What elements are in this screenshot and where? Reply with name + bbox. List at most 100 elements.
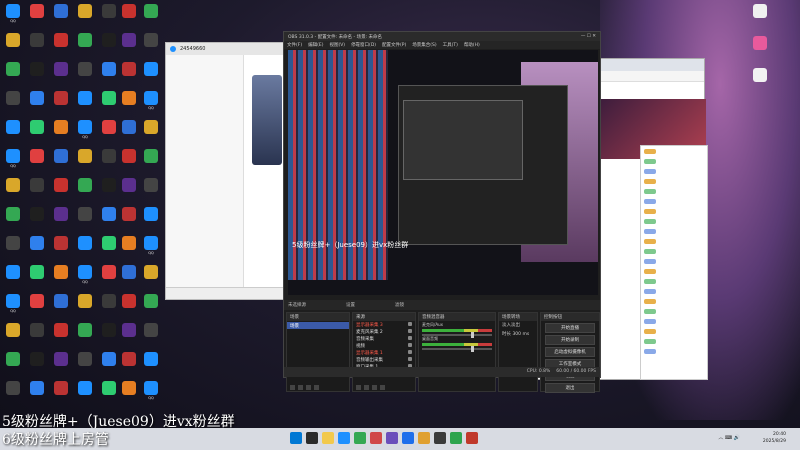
- desktop-icon[interactable]: [26, 149, 48, 175]
- obs-menu-item[interactable]: 停靠窗口(D): [351, 42, 376, 48]
- desktop-icon[interactable]: [50, 4, 72, 30]
- chat-contact-item[interactable]: [166, 149, 243, 158]
- chat-contact-item[interactable]: [166, 166, 243, 175]
- desktop-icon[interactable]: [74, 294, 96, 320]
- chat-contact-item[interactable]: [166, 183, 243, 192]
- obs-window[interactable]: OBS 31.0.3 - 配置文件: 未命名 - 场景: 未命名 — ☐ ✕ 文…: [283, 31, 601, 393]
- desktop-icon[interactable]: [2, 91, 24, 117]
- desktop-icon[interactable]: [74, 352, 96, 378]
- source-item[interactable]: 音频输出采集: [353, 356, 415, 363]
- taskbar-app-icon[interactable]: [338, 432, 350, 444]
- desktop-icon[interactable]: [118, 207, 140, 233]
- desktop-icon[interactable]: [26, 178, 48, 204]
- desktop-icon[interactable]: [2, 381, 24, 407]
- desktop-icon[interactable]: QQ: [140, 236, 162, 262]
- desktop-icon[interactable]: [98, 91, 120, 117]
- chat-contact-item[interactable]: [166, 98, 243, 107]
- desktop-icon[interactable]: [50, 381, 72, 407]
- desktop-icon[interactable]: [98, 323, 120, 349]
- desktop-icon[interactable]: [735, 68, 785, 94]
- chat-contact-item[interactable]: [166, 81, 243, 90]
- desktop-icon[interactable]: [74, 4, 96, 30]
- duration-value[interactable]: 300 ms: [512, 332, 529, 337]
- source-toolbar-item[interactable]: 设置: [346, 302, 355, 308]
- obs-menu-bar[interactable]: 文件(F) 编辑(E) 视图(V) 停靠窗口(D) 配置文件(P) 场景集合(S) 工具(T…: [284, 41, 600, 49]
- desktop-icon[interactable]: [74, 207, 96, 233]
- obs-menu-item[interactable]: 场景集合(S): [412, 42, 436, 48]
- desktop-icon[interactable]: [26, 62, 48, 88]
- desktop-icon[interactable]: [50, 323, 72, 349]
- mixer-track[interactable]: 桌面音频: [419, 335, 495, 352]
- visibility-icon[interactable]: [408, 350, 412, 354]
- desktop-icon[interactable]: QQ: [2, 4, 24, 30]
- desktop-icon[interactable]: QQ: [140, 91, 162, 117]
- taskbar-app-icon[interactable]: [354, 432, 366, 444]
- desktop-icon[interactable]: [140, 120, 162, 146]
- obs-menu-item[interactable]: 文件(F): [287, 42, 302, 48]
- desktop-icon[interactable]: [26, 352, 48, 378]
- obs-menu-item[interactable]: 编辑(E): [308, 42, 323, 48]
- desktop-icon[interactable]: [118, 149, 140, 175]
- desktop-icon[interactable]: QQ: [74, 265, 96, 291]
- desktop-icon[interactable]: [118, 33, 140, 59]
- control-button[interactable]: 启动虚拟摄像机: [545, 347, 595, 357]
- desktop-icon[interactable]: [2, 352, 24, 378]
- scenes-toolbar[interactable]: [287, 384, 322, 391]
- chat-contact-item[interactable]: [166, 157, 243, 166]
- desktop-icon[interactable]: [118, 294, 140, 320]
- desktop-icon[interactable]: [2, 178, 24, 204]
- visibility-icon[interactable]: [408, 343, 412, 347]
- taskbar-app-icon[interactable]: [306, 432, 318, 444]
- desktop-icon[interactable]: [140, 149, 162, 175]
- transitions-dock[interactable]: 场景转场 淡入淡出 时长 300 ms: [498, 312, 538, 392]
- desktop-icon[interactable]: [118, 236, 140, 262]
- desktop-icon[interactable]: [118, 62, 140, 88]
- visibility-icon[interactable]: [408, 357, 412, 361]
- desktop-icon[interactable]: QQ: [2, 149, 24, 175]
- live-chat-panel[interactable]: [640, 145, 708, 380]
- chat-contact-item[interactable]: [166, 208, 243, 217]
- scenes-dock[interactable]: 场景 场景: [286, 312, 350, 392]
- scene-item-selected[interactable]: 场景: [287, 322, 349, 329]
- desktop-icon[interactable]: [98, 33, 120, 59]
- desktop-icon[interactable]: [140, 352, 162, 378]
- desktop-icon[interactable]: [140, 294, 162, 320]
- desktop-icon[interactable]: [50, 178, 72, 204]
- obs-source-toolbar[interactable]: 未选择源 设置 滤镜: [284, 300, 600, 310]
- desktop-icon[interactable]: [50, 62, 72, 88]
- taskbar-app-icon[interactable]: [386, 432, 398, 444]
- chat-image-thumbnail[interactable]: [252, 75, 282, 165]
- sources-list[interactable]: 显示器采集 3麦克风采集 2音频采集视频显示器采集 1音频输出采集窗口采集 1: [353, 321, 415, 370]
- desktop-icon[interactable]: [2, 236, 24, 262]
- desktop-icon[interactable]: [50, 33, 72, 59]
- desktop-icon[interactable]: [50, 207, 72, 233]
- obs-menu-item[interactable]: 帮助(H): [464, 42, 480, 48]
- desktop-icon[interactable]: [98, 62, 120, 88]
- chat-contact-item[interactable]: [166, 55, 243, 64]
- chat-contact-list[interactable]: [166, 55, 244, 299]
- chat-contact-item[interactable]: [166, 89, 243, 98]
- desktop-icon[interactable]: [140, 33, 162, 59]
- desktop-icon[interactable]: [118, 265, 140, 291]
- desktop-icon[interactable]: [140, 265, 162, 291]
- desktop-icon[interactable]: [26, 265, 48, 291]
- source-item[interactable]: 显示器采集 1: [353, 349, 415, 356]
- desktop-icon[interactable]: [74, 149, 96, 175]
- desktop-icon[interactable]: [735, 36, 785, 62]
- mixer-tracks[interactable]: 麦克风/Aux 桌面音频: [419, 321, 495, 352]
- mixer-track[interactable]: 麦克风/Aux: [419, 321, 495, 338]
- source-item[interactable]: 音频采集: [353, 335, 415, 342]
- desktop-icon[interactable]: [50, 236, 72, 262]
- control-button[interactable]: 退出: [545, 383, 595, 393]
- desktop-icon[interactable]: QQ: [2, 294, 24, 320]
- desktop-icon[interactable]: [2, 207, 24, 233]
- desktop-icon[interactable]: [26, 207, 48, 233]
- desktop-icon[interactable]: [74, 381, 96, 407]
- sources-toolbar[interactable]: [353, 384, 388, 391]
- taskbar-app-icon[interactable]: [322, 432, 334, 444]
- chat-contact-item[interactable]: [166, 72, 243, 81]
- desktop-icon[interactable]: [2, 265, 24, 291]
- visibility-icon[interactable]: [408, 322, 412, 326]
- desktop-icon[interactable]: [98, 178, 120, 204]
- taskbar-app-icon[interactable]: [466, 432, 478, 444]
